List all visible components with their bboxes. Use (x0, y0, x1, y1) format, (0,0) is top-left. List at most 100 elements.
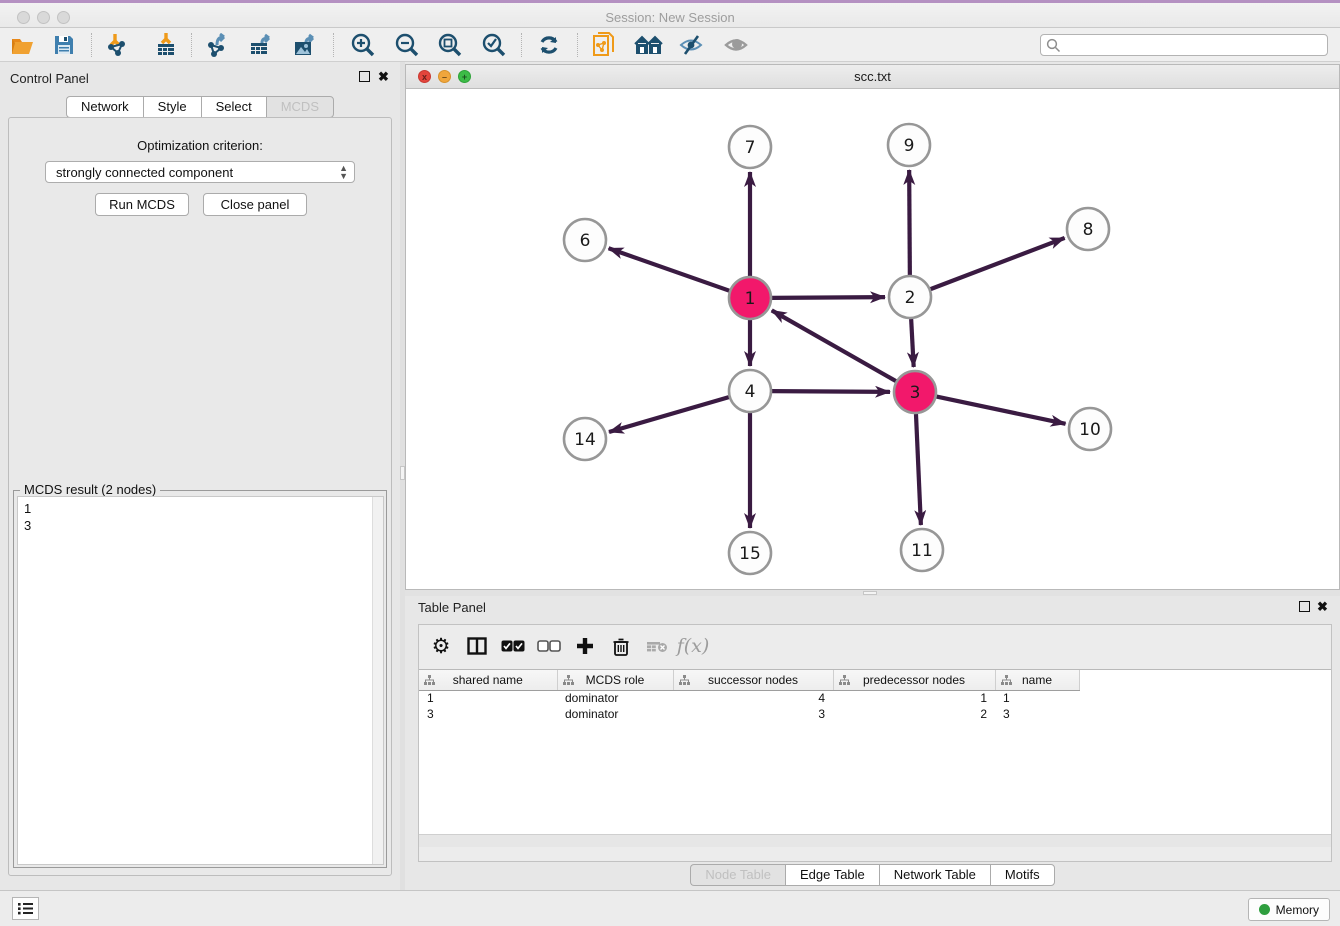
open-session-button[interactable] (6, 31, 42, 59)
export-network-button[interactable] (200, 31, 236, 59)
export-image-button[interactable] (288, 31, 324, 59)
tab-motifs[interactable]: Motifs (990, 864, 1055, 886)
table-row[interactable]: 3dominator323 (419, 706, 1079, 722)
column-header-name[interactable]: name (995, 670, 1079, 690)
column-header-predecessor-nodes[interactable]: predecessor nodes (833, 670, 995, 690)
delete-table-button[interactable] (639, 631, 675, 661)
graph-node-label: 8 (1083, 220, 1094, 240)
import-network-button[interactable] (100, 31, 136, 59)
home-pages-button[interactable] (631, 31, 667, 59)
tab-edge-table[interactable]: Edge Table (785, 864, 879, 886)
zoom-in-button[interactable] (344, 31, 380, 59)
table-cell[interactable]: 4 (673, 690, 833, 706)
splitter-grip[interactable] (863, 591, 877, 595)
graph-edge-2-8[interactable] (931, 238, 1065, 289)
zoom-fit-button[interactable] (431, 31, 467, 59)
refresh-layout-icon (537, 33, 561, 57)
graph-edge-4-3[interactable] (772, 391, 890, 392)
control-panel-close-button[interactable]: ✖ (378, 69, 389, 85)
table-panel-close-button[interactable]: ✖ (1317, 599, 1328, 615)
optimization-criterion-label: Optimization criterion: (9, 138, 391, 153)
table-cell[interactable]: 2 (833, 706, 995, 722)
create-column-button[interactable] (567, 631, 603, 661)
node-table-grid[interactable]: shared nameMCDS rolesuccessor nodesprede… (419, 670, 1080, 722)
hierarchy-icon (679, 675, 690, 685)
table-cell[interactable]: dominator (557, 706, 673, 722)
graph-edge-3-1[interactable] (772, 310, 896, 381)
tab-style[interactable]: Style (143, 96, 201, 118)
control-panel-title: Control Panel (10, 71, 89, 86)
node-table: shared nameMCDS rolesuccessor nodesprede… (419, 669, 1331, 847)
delete-column-button[interactable] (603, 631, 639, 661)
apply-layout-button[interactable] (531, 31, 567, 59)
hide-graphics-details-button[interactable] (674, 31, 710, 59)
save-session-button[interactable] (46, 31, 82, 59)
status-bar: Memory (0, 890, 1340, 926)
control-panel-float-button[interactable] (359, 71, 370, 82)
table-cell[interactable]: 3 (419, 706, 557, 722)
task-history-button[interactable] (12, 897, 39, 920)
table-cell[interactable]: 1 (419, 690, 557, 706)
table-panel-float-button[interactable] (1299, 601, 1310, 612)
table-horizontal-scrollbar[interactable] (419, 834, 1331, 847)
memory-button[interactable]: Memory (1248, 898, 1330, 921)
delete-table-icon (646, 639, 668, 653)
zoom-in-icon (350, 33, 375, 58)
open-folder-icon (11, 34, 37, 56)
table-cell[interactable]: 3 (673, 706, 833, 722)
network-canvas[interactable]: 7968124314101511 (406, 89, 1339, 589)
graph-edge-3-10[interactable] (937, 397, 1066, 424)
toolbar-separator (333, 33, 334, 57)
column-settings-button[interactable]: ⚙ (423, 631, 459, 661)
mcds-result-list[interactable]: 13 (17, 496, 384, 865)
mcds-result-group: MCDS result (2 nodes) 13 (13, 490, 387, 868)
search-field[interactable] (1040, 34, 1328, 56)
criterion-dropdown[interactable]: strongly connected component ▲▼ (45, 161, 355, 183)
column-header-shared-name[interactable]: shared name (419, 670, 557, 690)
run-mcds-button[interactable]: Run MCDS (95, 193, 189, 216)
network-view-window: x – + scc.txt 7968124314101511 (405, 64, 1340, 590)
tab-network-table[interactable]: Network Table (879, 864, 990, 886)
show-graphics-details-button[interactable] (719, 31, 755, 59)
result-scrollbar[interactable] (372, 497, 383, 864)
columns-icon (467, 637, 487, 655)
table-row[interactable]: 1dominator411 (419, 690, 1079, 706)
graph-node-label: 1 (745, 289, 756, 309)
select-all-button[interactable] (495, 631, 531, 661)
tab-mcds[interactable]: MCDS (266, 96, 334, 118)
graph-node-label: 9 (904, 136, 915, 156)
unchecked-boxes-icon (537, 640, 561, 652)
memory-label: Memory (1276, 903, 1319, 917)
table-cell[interactable]: 1 (995, 690, 1079, 706)
tab-network[interactable]: Network (66, 96, 143, 118)
export-table-button[interactable] (244, 31, 280, 59)
network-from-file-button[interactable] (586, 31, 622, 59)
column-header-successor-nodes[interactable]: successor nodes (673, 670, 833, 690)
export-network-icon (205, 33, 231, 57)
import-table-button[interactable] (148, 31, 184, 59)
table-cell[interactable]: dominator (557, 690, 673, 706)
graph-node-label: 15 (739, 544, 761, 564)
show-columns-button[interactable] (459, 631, 495, 661)
zoom-out-button[interactable] (388, 31, 424, 59)
tab-select[interactable]: Select (201, 96, 266, 118)
zoom-selected-button[interactable] (475, 31, 511, 59)
graph-edge-1-6[interactable] (609, 248, 730, 290)
horizontal-splitter[interactable] (405, 590, 1340, 596)
graph-edge-4-14[interactable] (609, 397, 729, 432)
graph-edge-1-2[interactable] (772, 297, 885, 298)
table-cell[interactable]: 1 (833, 690, 995, 706)
close-panel-button[interactable]: Close panel (203, 193, 307, 216)
graph-edge-2-3[interactable] (911, 319, 914, 367)
graph-edge-2-9[interactable] (909, 170, 910, 275)
graph-node-label: 3 (910, 383, 921, 403)
network-graph[interactable]: 7968124314101511 (406, 89, 1339, 589)
graph-edge-3-11[interactable] (916, 414, 921, 525)
deselect-all-button[interactable] (531, 631, 567, 661)
search-input[interactable] (1061, 38, 1327, 52)
network-window-titlebar[interactable]: x – + scc.txt (406, 65, 1339, 89)
tab-node-table[interactable]: Node Table (690, 864, 785, 886)
function-builder-button[interactable]: f(x) (675, 631, 711, 661)
table-cell[interactable]: 3 (995, 706, 1079, 722)
column-header-MCDS-role[interactable]: MCDS role (557, 670, 673, 690)
